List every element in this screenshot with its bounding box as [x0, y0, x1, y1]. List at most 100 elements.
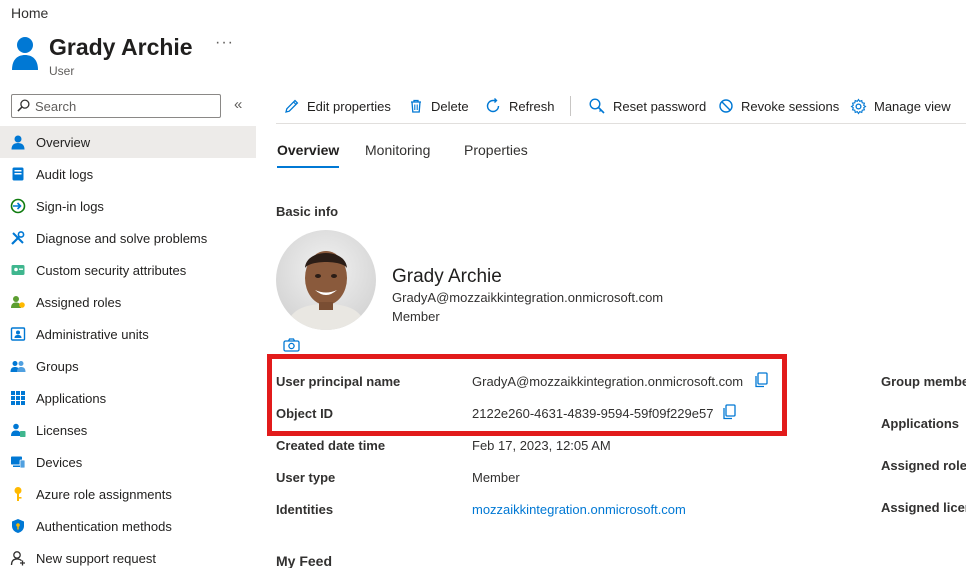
sidebar-item-label: Overview [36, 134, 91, 150]
sidebar-item-label: Audit logs [36, 166, 94, 182]
roles-icon [10, 294, 26, 310]
revoke-sessions-button[interactable]: Revoke sessions [718, 96, 839, 116]
manage-view-button[interactable]: Manage view [850, 96, 951, 116]
object-id-label: Object ID [276, 406, 334, 421]
block-icon [719, 99, 733, 113]
more-options-icon[interactable]: ··· [215, 34, 234, 52]
collapse-sidebar-icon[interactable]: « [234, 96, 242, 113]
delete-label: Delete [431, 98, 469, 114]
profile-name: Grady Archie [392, 266, 502, 287]
search-input[interactable] [35, 97, 215, 115]
security-attributes-icon [10, 262, 26, 278]
key-icon [10, 486, 26, 502]
search-icon [17, 99, 30, 112]
copy-upn-icon[interactable] [754, 372, 768, 388]
identities-label: Identities [276, 502, 334, 517]
user-type-label: User type [276, 470, 336, 485]
apps-grid-icon [10, 390, 26, 406]
refresh-label: Refresh [509, 98, 555, 114]
sidebar-item-label: Licenses [36, 422, 88, 438]
sidebar-item-assigned-roles[interactable]: Assigned roles [0, 286, 256, 318]
key-search-icon [589, 98, 605, 114]
sidebar-item-label: Authentication methods [36, 518, 172, 534]
created-date-label: Created date time [276, 438, 386, 453]
copy-object-id-icon[interactable] [722, 404, 736, 420]
sidebar-item-custom-security-attributes[interactable]: Custom security attributes [0, 254, 256, 286]
audit-log-icon [10, 166, 26, 182]
sidebar-item-label: Administrative units [36, 326, 149, 342]
sidebar-nav: Overview Audit logs Sign-in logs Diagnos… [0, 126, 256, 568]
assigned-licenses-label: Assigned licen [881, 500, 966, 515]
page-header: Grady Archie User ··· [10, 34, 270, 78]
sidebar-item-applications[interactable]: Applications [0, 382, 256, 414]
refresh-button[interactable]: Refresh [484, 96, 555, 116]
profile-user-type: Member [392, 309, 440, 324]
delete-button[interactable]: Delete [408, 96, 469, 116]
sidebar-item-label: Assigned roles [36, 294, 122, 310]
trash-icon [411, 99, 421, 113]
sidebar-item-devices[interactable]: Devices [0, 446, 256, 478]
sidebar-item-label: Groups [36, 358, 79, 374]
sidebar-item-audit-logs[interactable]: Audit logs [0, 158, 256, 190]
sidebar-item-administrative-units[interactable]: Administrative units [0, 318, 256, 350]
sidebar-item-label: Sign-in logs [36, 198, 104, 214]
profile-photo [276, 230, 376, 330]
sidebar-item-new-support-request[interactable]: New support request [0, 542, 256, 568]
sidebar-item-diagnose[interactable]: Diagnose and solve problems [0, 222, 256, 254]
basic-info-heading: Basic info [276, 204, 339, 219]
devices-icon [10, 454, 26, 470]
page-subtitle: User [49, 64, 75, 78]
user-type-value: Member [472, 470, 520, 485]
shield-icon [10, 518, 26, 534]
sidebar-item-label: Custom security attributes [36, 262, 187, 278]
groups-icon [10, 358, 26, 374]
sidebar-item-label: New support request [36, 550, 156, 566]
command-bar: Edit properties Delete Refresh Reset pas… [276, 90, 966, 124]
applications-label: Applications [881, 416, 960, 431]
refresh-icon [486, 98, 500, 113]
admin-units-icon [10, 326, 26, 342]
sidebar-item-label: Diagnose and solve problems [36, 230, 208, 246]
sidebar-item-label: Devices [36, 454, 83, 470]
created-date-value: Feb 17, 2023, 12:05 AM [472, 438, 611, 453]
breadcrumb[interactable]: Home [11, 5, 48, 21]
sidebar-item-label: Azure role assignments [36, 486, 172, 502]
sidebar-item-authentication-methods[interactable]: Authentication methods [0, 510, 256, 542]
toolbar-divider [570, 96, 571, 116]
sidebar-item-licenses[interactable]: Licenses [0, 414, 256, 446]
user-avatar-icon [12, 37, 38, 70]
reset-password-label: Reset password [613, 98, 707, 114]
camera-icon[interactable] [283, 338, 300, 352]
sidebar-item-groups[interactable]: Groups [0, 350, 256, 382]
tab-overview[interactable]: Overview [277, 142, 340, 168]
search-box[interactable] [11, 94, 221, 118]
edit-properties-button[interactable]: Edit properties [284, 96, 391, 116]
highlight-annotation-box [267, 354, 787, 436]
wrench-icon [10, 230, 26, 246]
support-icon [10, 550, 26, 566]
group-memberships-label: Group membe [881, 374, 966, 389]
upn-value: GradyA@mozzaikkintegration.onmicrosoft.c… [472, 374, 744, 389]
identities-link[interactable]: mozzaikkintegration.onmicrosoft.com [472, 502, 686, 517]
gear-icon [850, 98, 867, 114]
pencil-icon [285, 99, 299, 113]
tab-properties[interactable]: Properties [464, 142, 528, 166]
sidebar-item-overview[interactable]: Overview [0, 126, 256, 158]
profile-email: GradyA@mozzaikkintegration.onmicrosoft.c… [392, 290, 664, 305]
sign-in-icon [10, 198, 26, 214]
tab-monitoring[interactable]: Monitoring [365, 142, 430, 166]
my-feed-heading: My Feed [276, 553, 333, 568]
sidebar-item-sign-in-logs[interactable]: Sign-in logs [0, 190, 256, 222]
sidebar-item-azure-role-assignments[interactable]: Azure role assignments [0, 478, 256, 510]
assigned-roles-label: Assigned roles [881, 458, 966, 473]
sidebar-item-label: Applications [36, 390, 107, 406]
revoke-sessions-label: Revoke sessions [741, 98, 840, 114]
reset-password-button[interactable]: Reset password [588, 96, 706, 116]
edit-properties-label: Edit properties [307, 98, 391, 114]
user-icon [10, 134, 26, 150]
object-id-value: 2122e260-4631-4839-9594-59f09f229e57 [472, 406, 714, 421]
page-title: Grady Archie [49, 34, 193, 60]
manage-view-label: Manage view [874, 98, 951, 114]
licenses-icon [10, 422, 26, 438]
upn-label: User principal name [276, 374, 401, 389]
